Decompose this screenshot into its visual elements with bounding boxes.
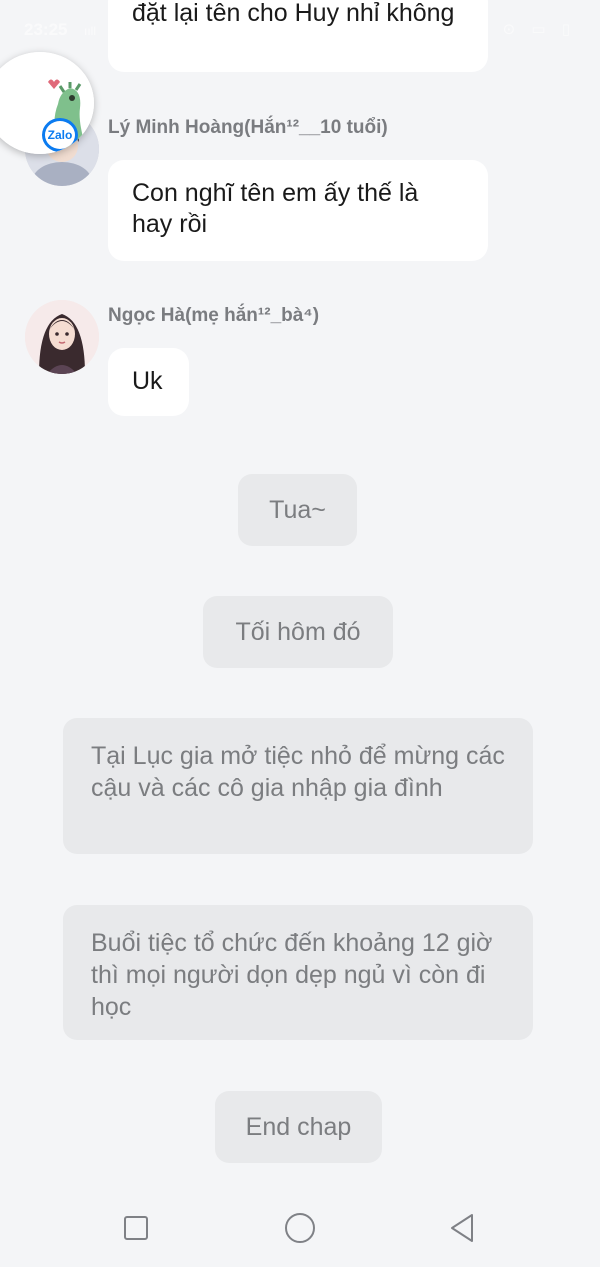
message-text: Uk <box>132 367 163 395</box>
square-icon <box>124 1216 148 1240</box>
narration-text: Tua~ <box>269 496 326 524</box>
avatar-ngoc-ha[interactable] <box>25 300 99 374</box>
home-button[interactable] <box>276 1204 324 1252</box>
message-text: Con nghĩ tên em ấy thế là hay rồi <box>132 179 419 238</box>
narration-box: Tại Lục gia mở tiệc nhỏ để mừng các cậu … <box>63 718 533 854</box>
sender-name: Lý Minh Hoàng(Hắn¹²__10 tuổi) <box>108 117 388 138</box>
signal-icon: ııll <box>84 24 96 38</box>
status-time: 23:25 <box>24 20 68 39</box>
narration-box: Tối hôm đó <box>203 596 393 668</box>
zalo-badge: Zalo <box>42 118 78 152</box>
narration-box: End chap <box>215 1091 382 1163</box>
circle-icon <box>285 1213 315 1243</box>
narration-text: Tối hôm đó <box>235 618 361 646</box>
message-bubble: đặt lại tên cho Huy nhỉ không <box>108 0 488 72</box>
narration-box: Buổi tiệc tổ chức đến khoảng 12 giờ thì … <box>63 905 533 1040</box>
sender-name: Ngọc Hà(mẹ hắn¹²_bà⁴) <box>108 305 320 326</box>
zalo-label: Zalo <box>47 128 73 142</box>
message-text: đặt lại tên cho Huy nhỉ không <box>132 0 455 27</box>
status-icons: ◎ ⊙ ▭ ▯ <box>473 21 576 38</box>
back-button[interactable] <box>438 1204 486 1252</box>
narration-box: Tua~ <box>238 474 357 546</box>
navigation-bar <box>0 1190 600 1267</box>
message-bubble: Uk <box>108 348 189 416</box>
back-triangle-icon <box>451 1214 473 1242</box>
narration-text: Buổi tiệc tổ chức đến khoảng 12 giờ thì … <box>91 929 493 1021</box>
narration-text: Tại Lục gia mở tiệc nhỏ để mừng các cậu … <box>91 742 505 802</box>
recent-apps-button[interactable] <box>112 1204 160 1252</box>
message-bubble: Con nghĩ tên em ấy thế là hay rồi <box>108 160 488 261</box>
narration-text: End chap <box>245 1113 352 1141</box>
